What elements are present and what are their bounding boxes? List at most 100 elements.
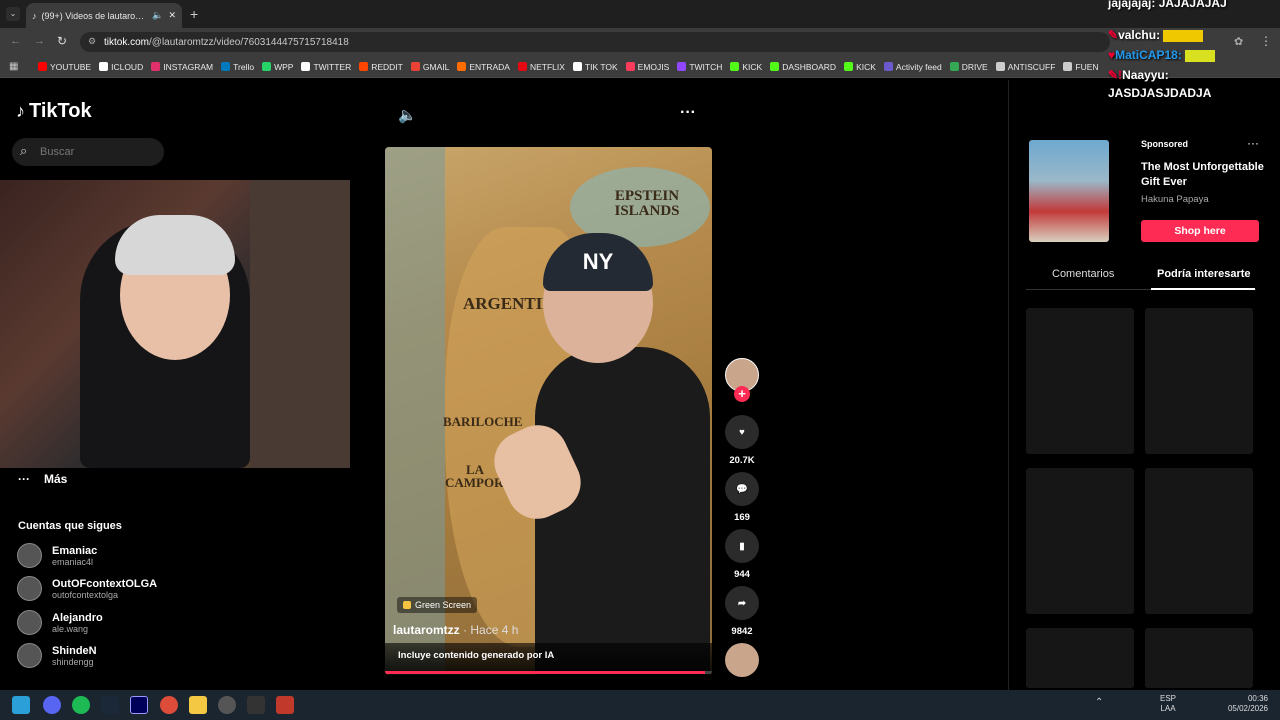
spotify-icon[interactable] bbox=[72, 696, 90, 714]
bookmark-item[interactable]: DASHBOARD bbox=[766, 62, 840, 72]
apps-grid-icon[interactable]: ▦ bbox=[9, 61, 18, 72]
search-input[interactable]: ⌕ Buscar bbox=[12, 138, 164, 166]
bookmark-label: GMAIL bbox=[422, 61, 450, 72]
bookmark-favicon-icon bbox=[949, 62, 959, 71]
chat-badge-icon: ✎! bbox=[1108, 68, 1123, 83]
ad-options-icon[interactable]: ··· bbox=[1247, 136, 1259, 150]
following-account[interactable]: Emaniac emaniac4l bbox=[17, 543, 97, 568]
bookmark-item[interactable]: TIK TOK bbox=[569, 62, 622, 72]
tray-chevron-icon[interactable]: ⌃ bbox=[1095, 697, 1103, 708]
new-tab-button[interactable]: + bbox=[190, 6, 198, 22]
bookmark-item[interactable]: INSTAGRAM bbox=[147, 62, 217, 72]
bookmark-favicon-icon bbox=[151, 62, 161, 71]
chrome-icon[interactable] bbox=[160, 696, 178, 714]
clock[interactable]: 00:36 05/02/2026 bbox=[1224, 694, 1268, 714]
related-video-placeholder[interactable] bbox=[1145, 468, 1253, 614]
related-video-placeholder[interactable] bbox=[1026, 468, 1134, 614]
bookmark-item[interactable]: KICK bbox=[726, 62, 766, 72]
clock-time: 00:36 bbox=[1247, 694, 1268, 703]
bookmark-item[interactable]: YOUTUBE bbox=[34, 62, 95, 72]
bookmark-item[interactable]: KICK bbox=[840, 62, 880, 72]
bookmark-favicon-icon bbox=[221, 62, 231, 71]
ad-thumbnail[interactable] bbox=[1029, 140, 1109, 242]
file-explorer-icon[interactable] bbox=[189, 696, 207, 714]
bookmark-item[interactable]: EMOJIS bbox=[622, 62, 674, 72]
shop-here-button[interactable]: Shop here bbox=[1141, 220, 1259, 242]
more-menu[interactable]: ··· Más bbox=[18, 472, 67, 486]
app-icon[interactable] bbox=[218, 696, 236, 714]
language-indicator[interactable]: ESP LAA bbox=[1160, 694, 1176, 714]
bookmark-label: DRIVE bbox=[961, 61, 988, 72]
more-dots-icon: ··· bbox=[18, 472, 30, 486]
bookmark-item[interactable]: TWITTER bbox=[297, 62, 355, 72]
bookmark-item[interactable]: TWITCH bbox=[673, 62, 726, 72]
bookmark-item[interactable]: Activity feed bbox=[880, 62, 946, 72]
account-handle: shindengg bbox=[52, 656, 94, 667]
back-button[interactable]: ← bbox=[10, 35, 21, 47]
bookmark-label: EMOJIS bbox=[637, 61, 670, 72]
avatar bbox=[17, 610, 42, 635]
progress-track[interactable] bbox=[385, 671, 712, 674]
more-label: Más bbox=[44, 472, 68, 486]
comment-icon[interactable]: 💬 bbox=[725, 472, 759, 506]
volume-icon[interactable]: 🔈 bbox=[398, 106, 417, 124]
account-handle: ale.wang bbox=[52, 623, 89, 634]
sound-avatar[interactable] bbox=[725, 643, 759, 677]
bookmark-item[interactable]: NETFLIX bbox=[514, 62, 569, 72]
url-host: tiktok.com bbox=[104, 36, 150, 48]
share-icon[interactable]: ➦ bbox=[725, 586, 759, 620]
chat-line: ♥MatiCAP18: bbox=[1108, 48, 1280, 62]
bookmark-item[interactable]: GMAIL bbox=[407, 62, 453, 72]
bookmark-item[interactable]: FUEN bbox=[1059, 62, 1102, 72]
browser-tab[interactable]: ♪ (99+) Videos de lautaromtz… 🔈 ✕ bbox=[26, 3, 182, 28]
bookmark-item[interactable]: REDDIT bbox=[355, 62, 407, 72]
bookmark-favicon-icon bbox=[572, 62, 582, 71]
chat-text: JASDJASJDADJA bbox=[1108, 86, 1212, 101]
close-tab-icon[interactable]: ✕ bbox=[168, 10, 176, 21]
ad-title[interactable]: The Most Unforgettable Gift Ever bbox=[1141, 160, 1266, 190]
obs-icon[interactable] bbox=[247, 696, 265, 714]
video-options-icon[interactable]: ··· bbox=[680, 104, 696, 122]
reload-button[interactable]: ↻ bbox=[57, 34, 67, 48]
tab-list-button[interactable]: ⌄ bbox=[6, 7, 20, 21]
bookmark-icon[interactable]: ▮ bbox=[725, 529, 759, 563]
video-player[interactable]: EPSTEIN ISLANDS ARGENTIN BARILOCHE LA CA… bbox=[385, 147, 712, 675]
effect-tag[interactable]: Green Screen bbox=[397, 597, 478, 613]
bookmark-label: YOUTUBE bbox=[50, 61, 92, 72]
tab-comments[interactable]: Comentarios bbox=[1052, 268, 1114, 280]
tiktok-logo[interactable]: ♪ TikTok bbox=[16, 100, 92, 123]
bookmark-item[interactable]: ICLOUD bbox=[95, 62, 147, 72]
url-bar[interactable]: ⚙ tiktok.com/@lautaromtzz/video/76031444… bbox=[80, 32, 1110, 52]
site-info-icon[interactable]: ⚙ bbox=[88, 36, 96, 47]
following-account[interactable]: Alejandro ale.wang bbox=[17, 610, 103, 635]
related-video-placeholder[interactable] bbox=[1026, 308, 1134, 454]
account-name: ShindeN bbox=[52, 644, 97, 657]
chat-user: Naayyu: bbox=[1122, 68, 1169, 83]
steam-icon[interactable] bbox=[101, 696, 119, 714]
related-video-placeholder[interactable] bbox=[1145, 308, 1253, 454]
tab-related[interactable]: Podría interesarte bbox=[1157, 268, 1251, 280]
bookmark-item[interactable]: WPP bbox=[258, 62, 297, 72]
related-video-placeholder[interactable] bbox=[1026, 628, 1134, 688]
follow-plus-icon[interactable]: + bbox=[734, 386, 750, 402]
chat-user: MatiCAP18: bbox=[1115, 48, 1182, 63]
discord-icon[interactable] bbox=[43, 696, 61, 714]
app-icon[interactable] bbox=[276, 696, 294, 714]
chat-text: JAJAJAJAJ bbox=[1158, 0, 1227, 10]
bookmark-item[interactable]: ENTRADA bbox=[453, 62, 514, 72]
comment-count: 169 bbox=[734, 512, 750, 523]
related-video-placeholder[interactable] bbox=[1145, 628, 1253, 688]
windows-start-icon[interactable] bbox=[12, 696, 30, 714]
forward-button[interactable]: → bbox=[34, 35, 45, 47]
bookmark-item[interactable]: ANTISCUFF bbox=[992, 62, 1060, 72]
following-account[interactable]: OutOFcontextOLGA outofcontextolga bbox=[17, 576, 157, 601]
account-handle: emaniac4l bbox=[52, 556, 94, 567]
video-author[interactable]: lautaromtzz bbox=[393, 623, 460, 637]
bookmark-item[interactable]: Trello bbox=[217, 62, 258, 72]
bookmark-item[interactable]: DRIVE bbox=[946, 62, 992, 72]
following-account[interactable]: ShindeN shindengg bbox=[17, 643, 97, 668]
effect-icon bbox=[403, 601, 411, 609]
clock-date: 05/02/2026 bbox=[1227, 704, 1268, 713]
premiere-icon[interactable] bbox=[130, 696, 148, 714]
like-icon[interactable]: ♥ bbox=[725, 415, 759, 449]
